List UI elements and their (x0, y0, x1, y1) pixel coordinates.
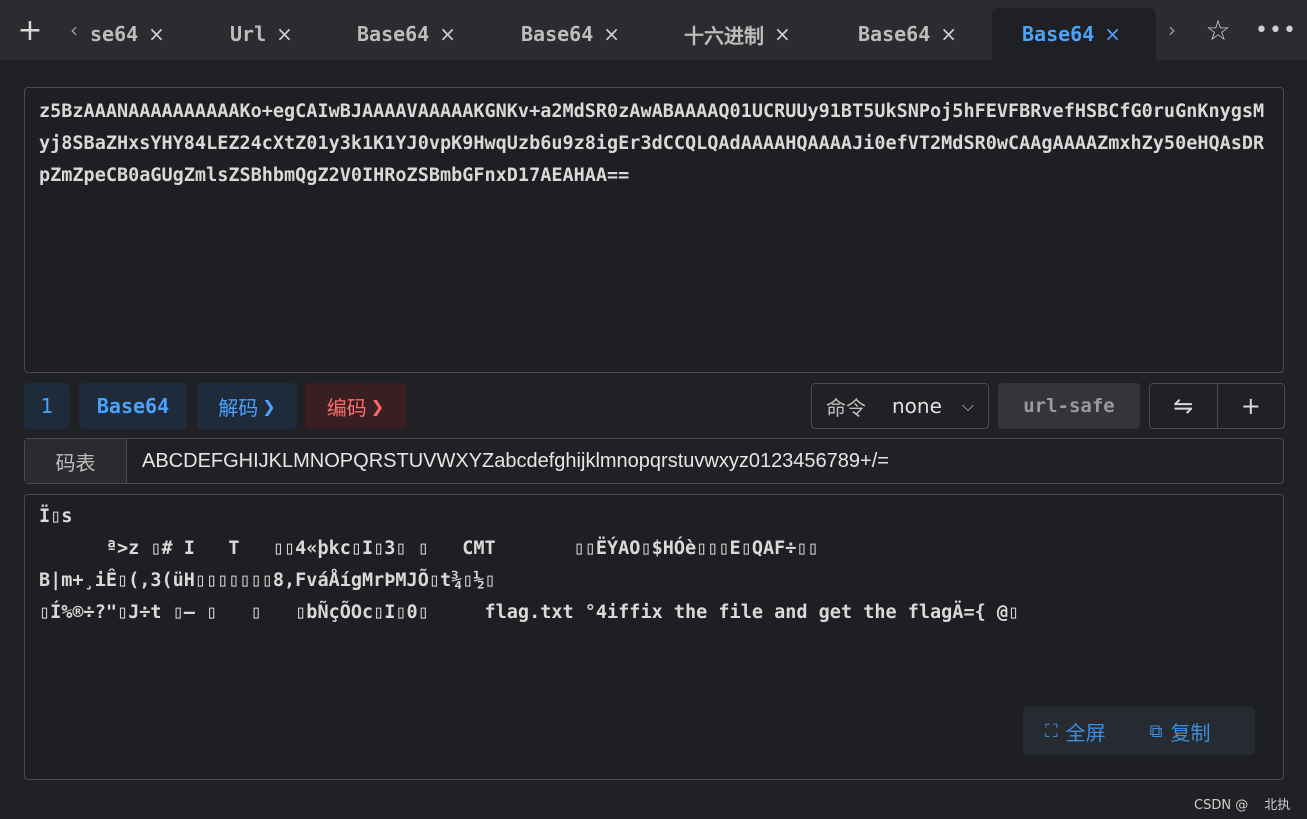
tab-item[interactable]: Url × (230, 8, 293, 60)
close-icon[interactable]: × (940, 22, 957, 46)
tab-item[interactable]: Base64 × (357, 8, 456, 60)
copy-icon: ⧉ (1149, 720, 1163, 742)
fullscreen-label: 全屏 (1065, 722, 1106, 745)
tab-label: Base64 (858, 22, 931, 46)
swap-button[interactable]: ⇋ (1150, 384, 1217, 428)
more-button[interactable]: ••• (1255, 12, 1297, 48)
output-text[interactable]: Ï▯s ª>z ▯# I T ▯▯4«þkc▯I▯3▯ ▯ CMT ▯▯ËÝAO… (39, 501, 1269, 701)
tab-item[interactable]: se64 × (90, 8, 165, 60)
output-line: ª>z ▯# I T ▯▯4«þkc▯I▯3▯ ▯ CMT ▯▯ËÝAO▯$HÓ… (39, 538, 819, 559)
close-icon[interactable]: × (276, 22, 293, 46)
chevron-down-icon: ❯ (262, 396, 276, 416)
watermark-source: CSDN @ (1194, 798, 1249, 813)
chevron-left-icon: ‹ (70, 18, 78, 42)
fullscreen-icon: ⛶ (1045, 720, 1058, 742)
code-table-input[interactable] (127, 439, 1283, 483)
output-line: ▯Í%®÷?"▯J÷t ▯– ▯ ▯ ▯bÑçÕOc▯I▯0▯ flag.txt… (39, 602, 1020, 623)
plus-icon: + (17, 12, 43, 48)
tab-bar: + ‹ se64 × Url × Base64 × Base64 × 十六进制 … (0, 0, 1307, 60)
chevron-down-icon: ⌵ (961, 396, 974, 415)
plus-icon: + (1240, 392, 1261, 420)
tab-label: se64 (90, 22, 139, 46)
close-icon[interactable]: × (774, 22, 791, 46)
close-icon[interactable]: × (603, 22, 620, 46)
scroll-tabs-right-button[interactable]: › (1160, 14, 1184, 46)
command-label: 命令 (826, 395, 866, 420)
tab-label: Base64 (1022, 22, 1095, 46)
chevron-right-icon: › (1168, 18, 1176, 42)
output-line: B|m+¸iÊ▯(,3(üH▯▯▯▯▯▯▯8,FváÅígMrÞMJÕ▯t¾▯½… (39, 570, 496, 591)
tab-label: Base64 (521, 22, 594, 46)
chevron-up-icon: ❯ (370, 396, 385, 416)
star-icon: ☆ (1205, 13, 1231, 47)
swap-icon: ⇋ (1173, 392, 1194, 420)
output-line: Ï▯s (39, 506, 73, 527)
copy-button[interactable]: ⧉ 复制 (1150, 717, 1211, 746)
tab-item[interactable]: Base64 × (858, 8, 957, 60)
favorite-button[interactable]: ☆ (1200, 12, 1236, 48)
tab-label: 十六进制 (684, 23, 764, 48)
decode-button[interactable]: 解码 ❯ (197, 383, 297, 429)
url-safe-toggle[interactable]: url-safe (998, 383, 1140, 429)
close-icon[interactable]: × (439, 22, 456, 46)
command-select[interactable]: 命令 none ⌵ (811, 383, 989, 429)
encoding-type-button[interactable]: Base64 (79, 383, 187, 429)
encode-label: 编码 (326, 395, 367, 420)
output-panel: Ï▯s ª>z ▯# I T ▯▯4«þkc▯I▯3▯ ▯ CMT ▯▯ËÝAO… (24, 494, 1284, 780)
scroll-tabs-left-button[interactable]: ‹ (62, 14, 86, 46)
watermark: CSDN @ 北执 (1194, 794, 1290, 813)
copy-label: 复制 (1170, 722, 1211, 745)
watermark-author: 北执 (1264, 798, 1291, 813)
action-button-group: ⇋ + (1149, 383, 1285, 429)
new-tab-button[interactable]: + (10, 12, 50, 48)
encode-button[interactable]: 编码 ❯ (305, 383, 406, 429)
tab-item[interactable]: 十六进制 × (684, 8, 791, 60)
count-button[interactable]: 1 (24, 383, 70, 429)
close-icon[interactable]: × (1104, 22, 1121, 46)
tab-item-active[interactable]: Base64 × (992, 8, 1156, 60)
code-table-row: 码表 (24, 438, 1284, 484)
code-table-label: 码表 (25, 439, 127, 483)
tab-list: se64 × Url × Base64 × Base64 × 十六进制 × Ba… (88, 8, 1156, 60)
fullscreen-button[interactable]: ⛶ 全屏 (1045, 717, 1106, 746)
input-textarea[interactable]: z5BzAAANAAAAAAAAAAKo+egCAIwBJAAAAVAAAAAK… (24, 87, 1284, 373)
tab-label: Base64 (357, 22, 430, 46)
decode-label: 解码 (218, 395, 259, 420)
tab-item[interactable]: Base64 × (521, 8, 620, 60)
tab-label: Url (230, 22, 267, 46)
add-button[interactable]: + (1216, 384, 1285, 428)
command-value: none (892, 394, 942, 418)
output-actions: ⛶ 全屏 ⧉ 复制 (1023, 707, 1255, 755)
close-icon[interactable]: × (148, 22, 165, 46)
more-icon: ••• (1255, 17, 1297, 43)
